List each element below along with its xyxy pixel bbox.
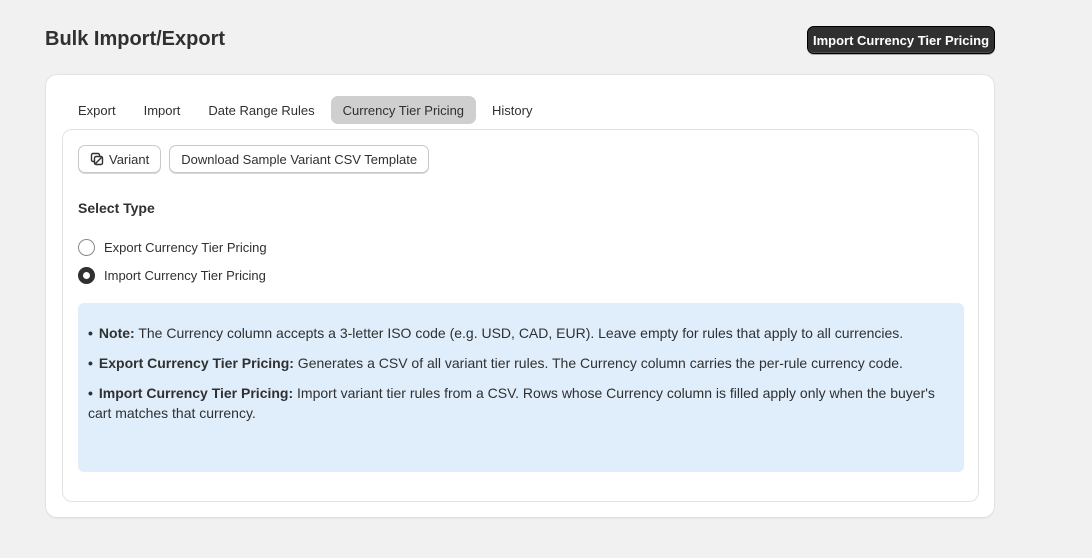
note-text: Generates a CSV of all variant tier rule… [293,355,903,371]
tab-history[interactable]: History [480,96,544,124]
info-banner: Note: The Currency column accepts a 3-le… [78,303,964,472]
toolbar: Variant Download Sample Variant CSV Temp… [78,145,430,173]
list-item: Export Currency Tier Pricing: Generates … [88,353,954,373]
radio-button-unchecked[interactable] [78,238,95,256]
list-item: Import Currency Tier Pricing: Import var… [88,383,954,423]
tab-panel: Variant Download Sample Variant CSV Temp… [62,129,979,502]
import-currency-tier-pricing-button[interactable]: Import Currency Tier Pricing [807,26,995,54]
list-item: Note: The Currency column accepts a 3-le… [88,323,954,343]
main-card: Export Import Date Range Rules Currency … [45,74,995,518]
tab-date-range-rules[interactable]: Date Range Rules [196,96,326,124]
radio-label: Export Currency Tier Pricing [104,239,267,255]
note-label: Note: [98,325,135,341]
tab-bar: Export Import Date Range Rules Currency … [66,96,544,124]
note-label: Import Currency Tier Pricing: [98,385,294,401]
tab-export[interactable]: Export [66,96,128,124]
radio-button-checked[interactable] [78,266,95,284]
select-type-radio-group: Export Currency Tier Pricing Import Curr… [78,237,267,293]
tab-import[interactable]: Import [132,96,193,124]
page: Bulk Import/Export Import Currency Tier … [0,0,1092,558]
radio-label: Import Currency Tier Pricing [104,267,266,283]
variant-button[interactable]: Variant [78,145,162,173]
download-sample-csv-button[interactable]: Download Sample Variant CSV Template [169,145,430,173]
note-label: Export Currency Tier Pricing: [98,355,294,371]
select-type-heading: Select Type [78,200,155,216]
variant-icon [90,152,104,166]
page-title: Bulk Import/Export [45,28,226,50]
variant-button-label: Variant [109,151,150,167]
radio-export-currency-tier-pricing[interactable]: Export Currency Tier Pricing [78,237,267,257]
notes-list: Note: The Currency column accepts a 3-le… [88,323,954,423]
note-text: The Currency column accepts a 3-letter I… [134,325,904,341]
tab-currency-tier-pricing[interactable]: Currency Tier Pricing [330,96,477,124]
radio-import-currency-tier-pricing[interactable]: Import Currency Tier Pricing [78,265,267,285]
